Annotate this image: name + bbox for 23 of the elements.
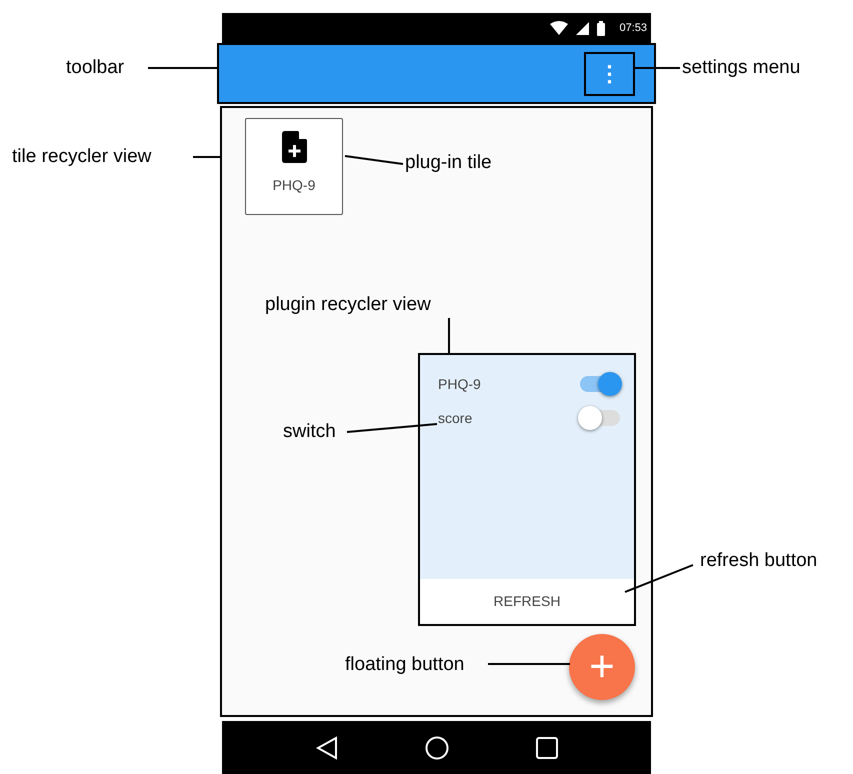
annotation-label: plugin recycler view xyxy=(265,293,431,317)
annotation-label: switch xyxy=(283,420,336,444)
annotation-label: toolbar xyxy=(66,56,124,80)
wifi-icon xyxy=(550,21,568,35)
home-icon[interactable] xyxy=(424,736,448,760)
annotation-label: refresh button xyxy=(700,549,818,573)
leader-line xyxy=(344,155,404,165)
toggle-switch[interactable] xyxy=(578,406,622,430)
clock-time: 07:53 xyxy=(619,20,647,36)
file-add-icon xyxy=(282,131,306,163)
annotation-label: settings menu xyxy=(682,56,800,80)
refresh-button[interactable]: REFRESH xyxy=(420,579,634,624)
signal-icon xyxy=(576,22,590,34)
back-icon[interactable] xyxy=(316,736,338,760)
battery-icon xyxy=(597,20,606,36)
annotation-label: tile recycler view xyxy=(12,145,152,169)
plugin-label: PHQ-9 xyxy=(438,374,481,394)
plugin-label: score xyxy=(438,408,472,428)
toggle-switch[interactable] xyxy=(578,372,622,396)
annotation-label: floating button xyxy=(345,653,464,677)
plugin-tile[interactable]: PHQ-9 xyxy=(245,118,343,215)
recents-icon[interactable] xyxy=(536,736,558,758)
annotation-label: plug-in tile xyxy=(405,151,492,175)
